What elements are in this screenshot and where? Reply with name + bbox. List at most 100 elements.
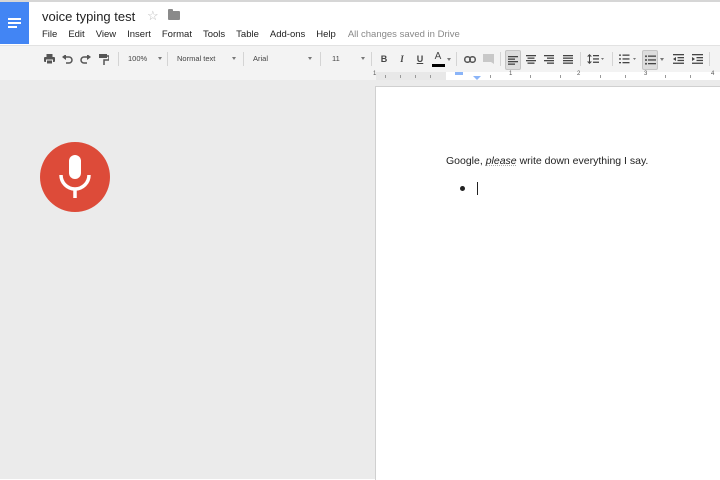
- decrease-indent-button[interactable]: [671, 50, 685, 68]
- ruler-tick: [560, 75, 561, 78]
- bulleted-list-icon: [644, 55, 656, 65]
- justify-button[interactable]: [561, 50, 575, 68]
- line-spacing-icon: [587, 54, 604, 64]
- ruler-number: 2: [577, 71, 581, 77]
- toolbar-separator: [580, 52, 581, 66]
- document-paragraph[interactable]: Google, please write down everything I s…: [446, 155, 648, 167]
- toolbar-separator: [612, 52, 613, 66]
- italic-button[interactable]: I: [395, 50, 409, 68]
- save-status: All changes saved in Drive: [347, 29, 460, 40]
- zoom-value: 100%: [128, 54, 148, 63]
- underline-button[interactable]: U: [413, 50, 427, 68]
- bold-button[interactable]: B: [377, 50, 391, 68]
- numbered-list-icon: [619, 54, 636, 64]
- paint-format-icon: [99, 53, 109, 65]
- document-page[interactable]: [375, 86, 720, 480]
- paragraph-style-value: Normal text: [177, 54, 216, 63]
- chevron-down-icon: [361, 57, 365, 60]
- align-left-icon: [508, 55, 518, 65]
- ruler-tick: [690, 75, 691, 78]
- menu-bar: File Edit View Insert Format Tools Table…: [42, 28, 460, 42]
- menu-insert[interactable]: Insert: [127, 28, 151, 42]
- menu-addons[interactable]: Add-ons: [270, 28, 305, 42]
- ruler-number: 1: [373, 71, 377, 77]
- decrease-indent-icon: [672, 54, 684, 64]
- star-icon[interactable]: ☆: [147, 8, 159, 24]
- bulleted-list-button[interactable]: [642, 50, 658, 70]
- line-spacing-button[interactable]: [585, 50, 607, 68]
- font-size-select[interactable]: 11: [332, 50, 365, 68]
- toolbar-separator: [243, 52, 244, 66]
- text-color-swatch: [431, 63, 445, 67]
- ruler-tick: [385, 75, 386, 78]
- ruler-number: 1: [509, 71, 513, 77]
- insert-link-button[interactable]: [463, 50, 477, 68]
- font-size-value: 11: [332, 54, 340, 63]
- ruler-tick: [490, 75, 491, 78]
- first-line-indent-marker[interactable]: [455, 72, 463, 75]
- text-color-dropdown[interactable]: [446, 50, 452, 68]
- align-center-icon: [526, 54, 536, 64]
- chevron-down-icon: [158, 57, 162, 60]
- paragraph-text-end: write down everything I say.: [516, 155, 649, 167]
- print-button[interactable]: [42, 50, 56, 68]
- chevron-down-icon: [660, 57, 664, 61]
- align-right-button[interactable]: [542, 50, 556, 68]
- menu-tools[interactable]: Tools: [203, 28, 225, 42]
- ruler-tick: [430, 75, 431, 78]
- justify-icon: [563, 54, 573, 64]
- text-color-label: A: [434, 50, 442, 62]
- chevron-down-icon: [447, 57, 451, 61]
- ruler-tick: [625, 75, 626, 78]
- menu-edit[interactable]: Edit: [68, 28, 84, 42]
- ruler-tick: [665, 75, 666, 78]
- bulleted-list-dropdown[interactable]: [658, 50, 666, 68]
- microphone-icon: [59, 155, 91, 198]
- increase-indent-button[interactable]: [690, 50, 704, 68]
- paragraph-emphasis: please: [485, 155, 517, 167]
- ruler-number: 3: [644, 71, 648, 77]
- undo-icon: [61, 54, 73, 64]
- align-center-button[interactable]: [524, 50, 538, 68]
- redo-button[interactable]: [78, 50, 92, 68]
- ruler-tick: [415, 75, 416, 78]
- chevron-down-icon: [308, 57, 312, 60]
- undo-button[interactable]: [60, 50, 74, 68]
- docs-home-button[interactable]: [0, 2, 29, 44]
- font-family-value: Arial: [253, 54, 269, 63]
- toolbar: 100% Normal text Arial 11 B I U A: [0, 45, 720, 73]
- comment-icon: [482, 54, 494, 64]
- toolbar-separator: [320, 52, 321, 66]
- insert-comment-button[interactable]: [481, 50, 495, 68]
- menu-table[interactable]: Table: [236, 28, 259, 42]
- toolbar-separator: [118, 52, 119, 66]
- zoom-select[interactable]: 100%: [128, 50, 162, 68]
- ruler-number: 4: [711, 71, 715, 77]
- align-right-icon: [544, 54, 554, 64]
- ruler-left-margin[interactable]: [376, 72, 446, 80]
- font-family-select[interactable]: Arial: [253, 50, 312, 68]
- ruler-tick: [400, 75, 401, 78]
- menu-view[interactable]: View: [96, 28, 116, 42]
- toolbar-separator: [371, 52, 372, 66]
- toolbar-separator: [167, 52, 168, 66]
- paragraph-style-select[interactable]: Normal text: [177, 50, 236, 68]
- voice-typing-button[interactable]: [40, 142, 110, 212]
- text-color-button[interactable]: A: [431, 50, 445, 68]
- menu-format[interactable]: Format: [162, 28, 192, 42]
- text-cursor: [477, 182, 478, 195]
- menu-help[interactable]: Help: [316, 28, 336, 42]
- ruler: 1 1 2 3 4: [0, 71, 720, 80]
- toolbar-separator: [709, 52, 710, 66]
- increase-indent-icon: [691, 54, 703, 64]
- align-left-button[interactable]: [505, 50, 521, 70]
- numbered-list-button[interactable]: [617, 50, 639, 68]
- window-top-border: [0, 0, 720, 2]
- menu-file[interactable]: File: [42, 28, 57, 42]
- document-title[interactable]: voice typing test: [42, 9, 135, 25]
- folder-icon[interactable]: [168, 9, 180, 20]
- ruler-tick: [600, 75, 601, 78]
- paragraph-text-start: Google,: [446, 155, 486, 167]
- print-icon: [43, 54, 55, 64]
- paint-format-button[interactable]: [97, 50, 111, 68]
